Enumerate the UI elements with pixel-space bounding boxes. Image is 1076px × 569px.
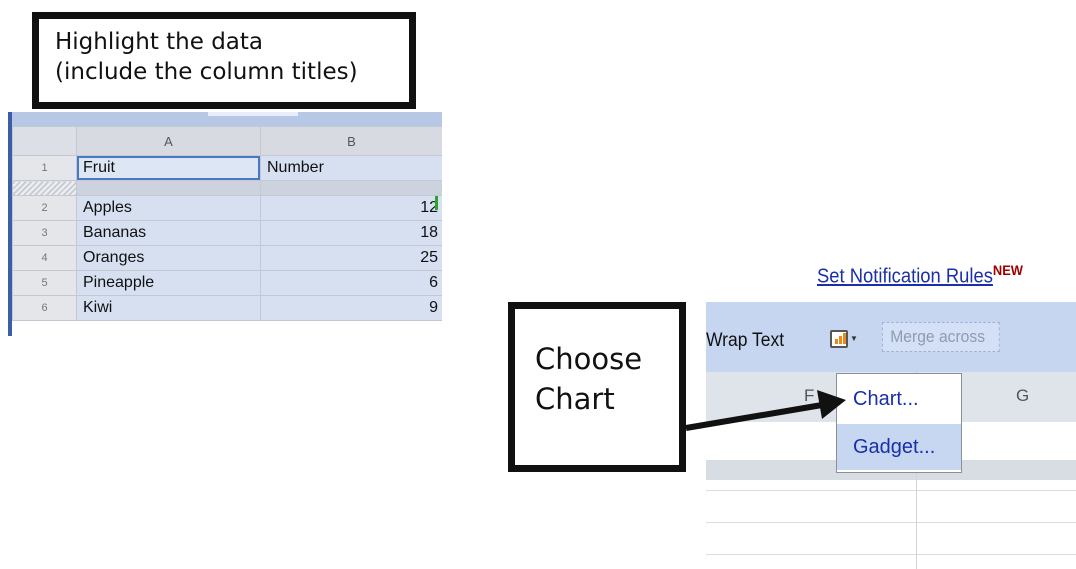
column-header-b[interactable]: B <box>260 126 442 156</box>
menu-item-gadget[interactable]: Gadget... <box>837 424 961 470</box>
cell-fruit-title[interactable]: Fruit <box>76 155 261 181</box>
row-divider <box>706 490 1076 491</box>
row-header[interactable]: 1 <box>12 155 77 181</box>
row-divider <box>706 554 1076 555</box>
callout-line: (include the column titles) <box>55 59 358 85</box>
toolbar: Wrap Text ▼ Merge across <box>706 302 1076 372</box>
table-row: 6 Kiwi 9 <box>12 295 442 321</box>
frozen-row-divider[interactable] <box>12 180 77 196</box>
spreadsheet-data-range: A B 1 Fruit Number 2 Apples 12 3 Bananas… <box>8 112 442 336</box>
callout-line: Highlight the data <box>55 29 264 55</box>
insert-chart-menu: Chart... Gadget... <box>836 373 962 473</box>
set-notification-rules-link[interactable]: Set Notification RulesNEW <box>817 262 1023 289</box>
merge-across-button[interactable]: Merge across <box>882 322 1000 352</box>
column-header-g[interactable]: G <box>1016 386 1029 406</box>
cell-number-title[interactable]: Number <box>260 155 442 181</box>
cell-fruit[interactable]: Kiwi <box>76 295 261 321</box>
callout-line: Choose <box>535 342 643 376</box>
row-divider <box>706 522 1076 523</box>
notification-link-label: Set Notification Rules <box>817 265 993 288</box>
table-row: 3 Bananas 18 <box>12 220 442 246</box>
row-header[interactable]: 3 <box>12 220 77 246</box>
chart-icon <box>830 330 848 348</box>
new-badge: NEW <box>992 262 1023 278</box>
wrap-text-button[interactable]: Wrap Text <box>706 330 784 352</box>
cell-fruit[interactable]: Oranges <box>76 245 261 271</box>
cell-fruit[interactable]: Pineapple <box>76 270 261 296</box>
fill-handle[interactable] <box>435 196 438 210</box>
frozen-row-divider-cell <box>260 180 442 196</box>
instruction-callout-highlight: Highlight the data (include the column t… <box>32 12 416 109</box>
row-header[interactable]: 6 <box>12 295 77 321</box>
table-row: 5 Pineapple 6 <box>12 270 442 296</box>
cell-fruit[interactable]: Bananas <box>76 220 261 246</box>
cell-number[interactable]: 12 <box>260 195 442 221</box>
cell-fruit[interactable]: Apples <box>76 195 261 221</box>
table-row: 2 Apples 12 <box>12 195 442 221</box>
column-header-f[interactable]: F <box>804 386 814 406</box>
row-header[interactable]: 2 <box>12 195 77 221</box>
grid-corner[interactable] <box>12 126 77 156</box>
callout-line: Chart <box>535 382 615 416</box>
data-grid: A B 1 Fruit Number 2 Apples 12 3 Bananas… <box>12 126 442 321</box>
insert-chart-button[interactable]: ▼ <box>830 330 858 354</box>
table-row: 4 Oranges 25 <box>12 245 442 271</box>
menu-item-chart[interactable]: Chart... <box>837 376 961 422</box>
column-header-a[interactable]: A <box>76 126 261 156</box>
frozen-row-divider-cell <box>76 180 261 196</box>
row-header[interactable]: 4 <box>12 245 77 271</box>
cell-number[interactable]: 25 <box>260 245 442 271</box>
row-header[interactable]: 5 <box>12 270 77 296</box>
toolbar-strip <box>8 112 442 126</box>
chevron-down-icon: ▼ <box>850 334 858 343</box>
instruction-callout-chart: Choose Chart <box>508 302 686 472</box>
cell-number[interactable]: 6 <box>260 270 442 296</box>
cell-number[interactable]: 18 <box>260 220 442 246</box>
cell-number[interactable]: 9 <box>260 295 442 321</box>
